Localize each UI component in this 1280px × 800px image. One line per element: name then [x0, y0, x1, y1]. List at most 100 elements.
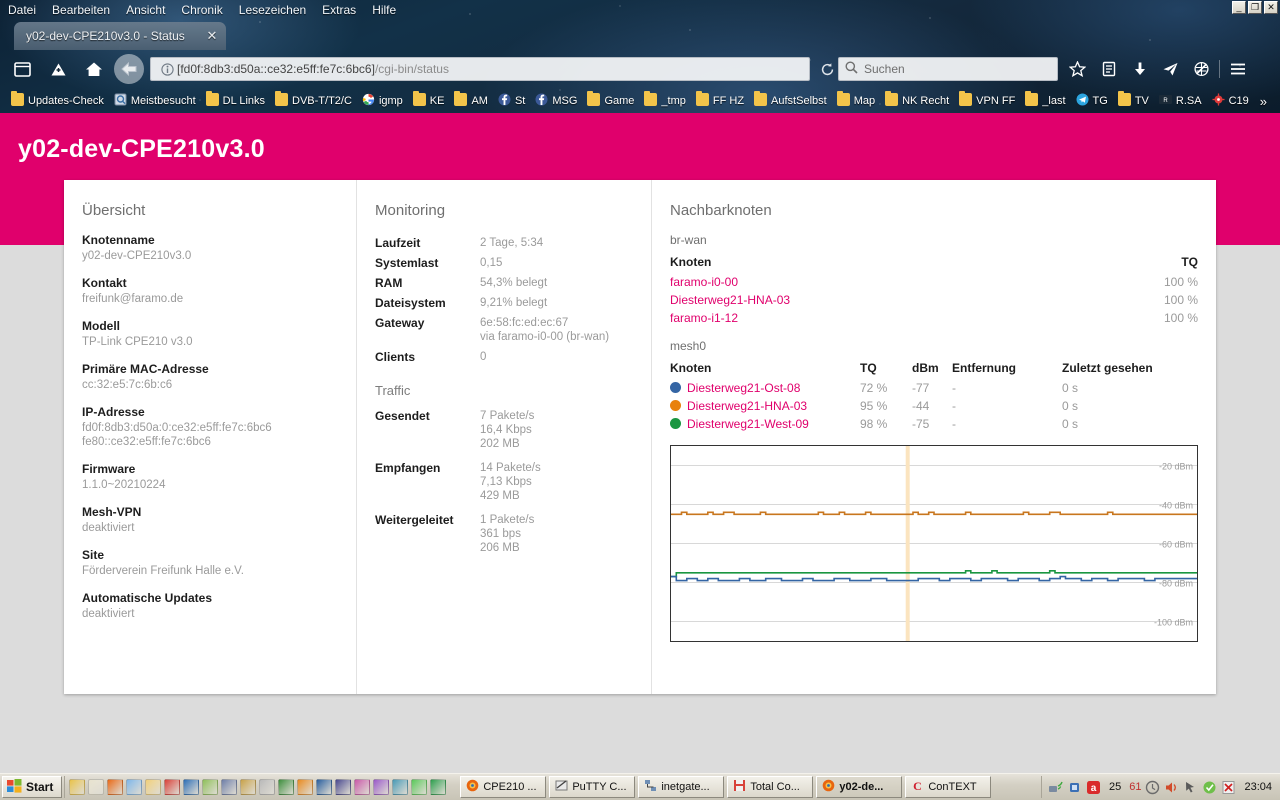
usb-tray-icon[interactable] [1067, 780, 1082, 795]
quicklaunch-webcam-icon[interactable] [259, 779, 276, 795]
taskbar-task[interactable]: Total Co... [727, 776, 814, 798]
back-button[interactable] [114, 54, 144, 84]
menu-item-hilfe[interactable]: Hilfe [364, 0, 404, 20]
library-icon[interactable] [1093, 57, 1124, 81]
neighbour-node-link[interactable]: Diesterweg21-West-09 [687, 417, 809, 431]
chart-ytick-label: -20 dBm [1159, 462, 1193, 472]
reload-icon[interactable] [816, 58, 838, 80]
sidebar-icon[interactable] [8, 57, 36, 81]
start-button[interactable]: Start [2, 776, 63, 798]
add-bookmark-icon[interactable] [44, 57, 72, 81]
quicklaunch-eye-icon[interactable] [392, 779, 409, 795]
bookmark-dvb-t-t2-c[interactable]: DVB-T/T2/C [270, 91, 357, 111]
mouse-tray-icon[interactable] [1183, 780, 1198, 795]
antivirus-tray-icon[interactable]: a [1086, 780, 1101, 795]
bookmark-igmp[interactable]: igmp [357, 91, 408, 111]
menu-item-datei[interactable]: Datei [0, 0, 44, 20]
volume-tray-icon[interactable] [1164, 780, 1179, 795]
search-placeholder: Suchen [864, 62, 905, 76]
bookmark-tg[interactable]: TG [1071, 91, 1113, 111]
search-input[interactable]: Suchen [838, 57, 1058, 81]
svg-text:a: a [1091, 783, 1097, 794]
signal-strength-chart[interactable]: -20 dBm -40 dBm -60 dBm -80 dBm -100 dBm [670, 445, 1198, 642]
downloads-icon[interactable] [1124, 57, 1155, 81]
bookmark-tmp[interactable]: _tmp [639, 91, 690, 111]
page-info-icon[interactable] [157, 61, 177, 77]
taskbar-task[interactable]: PuTTY C... [549, 776, 636, 798]
bookmark-vpn-ff[interactable]: VPN FF [954, 91, 1020, 111]
bookmark-st[interactable]: St [493, 91, 530, 111]
neighbours-column: Nachbarknoten br-wan Knoten TQ faramo-i0-0… [652, 180, 1216, 694]
quicklaunch-chip-icon[interactable] [335, 779, 352, 795]
taskbar-task[interactable]: CPE210 ... [460, 776, 547, 798]
quicklaunch-search-icon[interactable] [240, 779, 257, 795]
bookmark-star-icon[interactable] [1062, 57, 1093, 81]
address-bar[interactable]: [fd0f:8db3:d50a::ce32:e5ff:fe7c:6bc6]/cg… [150, 57, 810, 81]
overview-value: Förderverein Freifunk Halle e.V. [82, 565, 244, 577]
quicklaunch-lock-icon[interactable] [202, 779, 219, 795]
send-icon[interactable] [1155, 57, 1186, 81]
menu-item-lesezeichen[interactable]: Lesezeichen [231, 0, 314, 20]
maximize-button[interactable]: ❐ [1248, 1, 1262, 14]
close-icon[interactable]: ✕ [204, 28, 220, 44]
quicklaunch-tools-icon[interactable] [278, 779, 295, 795]
network-tray-icon[interactable] [1048, 780, 1063, 795]
quicklaunch-folder-icon[interactable] [145, 779, 162, 795]
menu-item-chronik[interactable]: Chronik [173, 0, 230, 20]
quicklaunch-v2-icon[interactable] [183, 779, 200, 795]
bookmark-nk-recht[interactable]: NK Recht [880, 91, 954, 111]
hamburger-menu-icon[interactable] [1222, 57, 1253, 81]
firefox-icon [466, 779, 479, 795]
bookmark-am[interactable]: AM [449, 91, 493, 111]
taskbar-task[interactable]: y02-de... [816, 776, 903, 798]
bookmark-ke[interactable]: KE [408, 91, 450, 111]
quicklaunch-flame-icon[interactable] [297, 779, 314, 795]
quicklaunch-flower-icon[interactable] [411, 779, 428, 795]
minimize-button[interactable]: _ [1232, 1, 1246, 14]
taskbar-task[interactable]: inetgate... [638, 776, 725, 798]
bookmark-ff-hz[interactable]: FF HZ [691, 91, 749, 111]
bookmark-updates-check[interactable]: Updates-Check [6, 91, 109, 111]
menu-item-ansicht[interactable]: Ansicht [118, 0, 173, 20]
quicklaunch-colors-icon[interactable] [373, 779, 390, 795]
clock-tray-icon[interactable] [1145, 780, 1160, 795]
bookmark-game[interactable]: Game [582, 91, 639, 111]
update-tray-icon[interactable] [1202, 780, 1217, 795]
menu-item-bearbeiten[interactable]: Bearbeiten [44, 0, 118, 20]
bookmark-c19[interactable]: C19 [1207, 91, 1254, 111]
close-button[interactable]: ✕ [1264, 1, 1278, 14]
overview-label: Modell [82, 319, 120, 333]
taskbar-task[interactable]: C ConTEXT [905, 776, 992, 798]
quicklaunch-refresh-icon[interactable] [126, 779, 143, 795]
row-label: Laufzeit [375, 236, 421, 250]
bookmark-label: DL Links [222, 95, 266, 107]
bookmark-last[interactable]: _last [1020, 91, 1070, 111]
bookmarks-overflow-chevron[interactable]: » [1254, 94, 1273, 109]
bookmark-msg[interactable]: MSG [530, 91, 582, 111]
table-row: Gateway 6e:58:fc:ed:ec:67 via faramo-i0-00… [375, 313, 633, 347]
neighbour-node-link[interactable]: Diesterweg21-HNA-03 [670, 293, 790, 307]
neighbour-node-link[interactable]: faramo-i0-00 [670, 275, 738, 289]
quicklaunch-network-icon[interactable] [221, 779, 238, 795]
quicklaunch-arrow-icon[interactable] [430, 779, 447, 795]
bookmark-aufstselbst[interactable]: AufstSelbst [749, 91, 832, 111]
bookmark-r-sa[interactable]: R R.SA [1154, 91, 1207, 111]
neighbour-node-link[interactable]: Diesterweg21-Ost-08 [687, 381, 800, 395]
quicklaunch-firefox-icon[interactable] [107, 779, 124, 795]
bookmark-map[interactable]: Map [832, 91, 880, 111]
neighbour-node-link[interactable]: faramo-i1-12 [670, 311, 738, 325]
quicklaunch-notepad-icon[interactable] [88, 779, 105, 795]
browser-tab[interactable]: y02-dev-CPE210v3.0 - Status ✕ [14, 22, 226, 50]
quicklaunch-wave-icon[interactable] [316, 779, 333, 795]
bookmark-tv[interactable]: TV [1113, 91, 1154, 111]
bookmark-dl-links[interactable]: DL Links [201, 91, 270, 111]
error-tray-icon[interactable] [1221, 780, 1236, 795]
home-icon[interactable] [80, 57, 108, 81]
bookmark-meistbesucht[interactable]: Meistbesucht [109, 91, 201, 111]
extension-icon[interactable] [1186, 57, 1217, 81]
quicklaunch-save-icon[interactable] [164, 779, 181, 795]
neighbour-node-link[interactable]: Diesterweg21-HNA-03 [687, 399, 807, 413]
quicklaunch-key-icon[interactable] [69, 779, 86, 795]
quicklaunch-paint-icon[interactable] [354, 779, 371, 795]
menu-item-extras[interactable]: Extras [314, 0, 364, 20]
